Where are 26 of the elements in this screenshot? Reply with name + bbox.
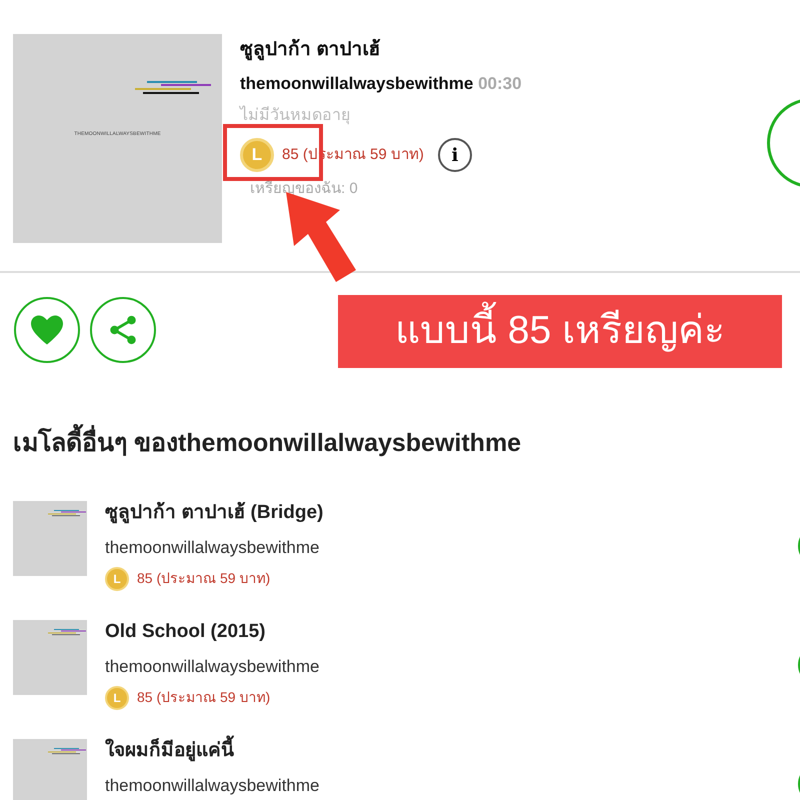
section-heading: เมโลดี้อื่นๆ ของthemoonwillalwaysbewithme: [13, 425, 800, 462]
duration: 00:30: [478, 74, 522, 92]
annotation-label: แบบนี้ 85 เหรียญค่ะ: [338, 295, 782, 368]
info-button[interactable]: i: [438, 138, 472, 172]
melody-title[interactable]: Old School (2015): [105, 618, 320, 646]
melody-title[interactable]: ใจผมก็มีอยู่แค่นี้: [105, 736, 320, 765]
melody-title[interactable]: ซูลูปาก้า ตาปาเฮ้ (Bridge): [105, 498, 324, 527]
melody-title: ซูลูปาก้า ตาปาเฮ้: [240, 38, 382, 62]
melody-thumbnail[interactable]: [13, 620, 87, 694]
coin-icon: L: [240, 138, 274, 172]
stripes-drawing: [48, 748, 86, 754]
coin-icon: L: [105, 686, 129, 710]
artist-name: themoonwillalwaysbewithme: [105, 537, 320, 559]
expiry-text: ไม่มีวันหมดอายุ: [240, 104, 351, 126]
melody-thumbnail[interactable]: [13, 738, 87, 800]
artist-name: themoonwillalwaysbewithme: [105, 656, 320, 678]
price-text: 85 (ประมาณ 59 บาท): [137, 569, 270, 588]
price-text: 85 (ประมาณ 59 บาท): [137, 688, 270, 707]
stripes-drawing: [48, 510, 86, 516]
coin-icon: L: [105, 566, 129, 590]
stripes-drawing: [48, 628, 86, 635]
melody-thumbnail[interactable]: [13, 500, 87, 576]
artist-name[interactable]: themoonwillalwaysbewithme: [240, 74, 474, 92]
heart-icon: [29, 314, 65, 346]
artist-name: themoonwillalwaysbewithme: [105, 775, 320, 797]
my-coins-text: เหรียญของฉัน: 0: [250, 179, 359, 199]
